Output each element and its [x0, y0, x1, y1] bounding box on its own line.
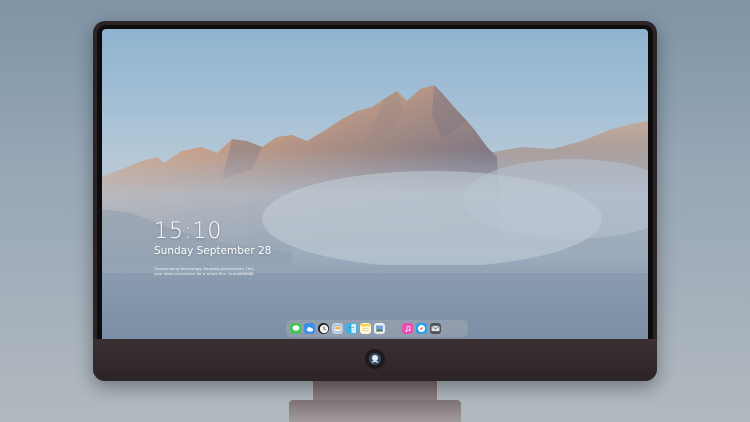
screen-bezel: 15:10 Sunday September 28 Transcending t… [97, 25, 653, 341]
caption-line-2: your ideal companion for a whole film. S… [154, 271, 254, 276]
lock-screen-date: Sunday September 28 [154, 245, 272, 257]
preview-icon[interactable] [332, 323, 343, 334]
clock-icon[interactable] [318, 323, 329, 334]
messages-icon[interactable] [290, 323, 301, 334]
imac-monitor: 15:10 Sunday September 28 Transcending t… [93, 21, 657, 381]
safari-icon[interactable] [416, 323, 427, 334]
finder-icon[interactable] [346, 323, 357, 334]
monitor-chin [93, 339, 657, 381]
itunes-icon[interactable] [402, 323, 413, 334]
lock-screen-caption: Transcending technology. Amazing product… [154, 266, 284, 276]
mail-icon[interactable] [430, 323, 441, 334]
lock-screen-time: 15:10 [154, 219, 223, 244]
weather-icon[interactable] [304, 323, 315, 334]
apple-logo-icon [365, 349, 385, 369]
dock [286, 320, 468, 337]
mountain-wallpaper [102, 85, 648, 339]
monitor-stand-base [289, 400, 461, 422]
photos-icon[interactable] [374, 323, 385, 334]
desktop-screen: 15:10 Sunday September 28 Transcending t… [102, 29, 648, 339]
notes-icon[interactable] [360, 323, 371, 334]
